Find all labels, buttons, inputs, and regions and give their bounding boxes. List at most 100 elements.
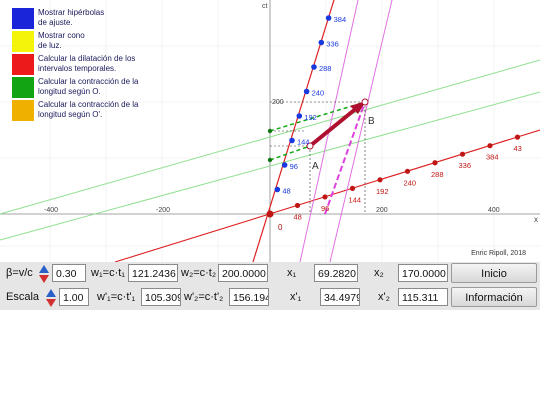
ct-prime-tick-dot bbox=[303, 88, 310, 95]
w1-label: w₁=c·t₁ bbox=[91, 267, 126, 279]
control-row-1: β=v/c 0.30 w₁=c·t₁ 121.2436 w₂=c·t₂ 200.… bbox=[0, 262, 540, 286]
x1-prime-field[interactable]: 34.4979 bbox=[320, 288, 360, 306]
x2-field[interactable]: 170.0000 bbox=[398, 264, 448, 282]
x1-label: x₁ bbox=[287, 267, 297, 279]
legend-label: Calcular la contracción de la longitud s… bbox=[38, 100, 139, 119]
start-button[interactable]: Inicio bbox=[451, 263, 537, 283]
vector-ab bbox=[308, 105, 360, 148]
ct-prime-tick-dot bbox=[318, 39, 325, 46]
x-tick-label: 400 bbox=[488, 207, 500, 214]
x-prime-tick-label: 240 bbox=[404, 178, 417, 187]
x-prime-tick-dot bbox=[377, 177, 383, 183]
spin-down-icon[interactable] bbox=[39, 275, 49, 283]
ct-prime-tick-dot bbox=[274, 186, 281, 193]
legend-swatch[interactable] bbox=[12, 54, 34, 75]
w2-label: w₂=c·t₂ bbox=[181, 267, 217, 279]
x-prime-tick-label: 96 bbox=[321, 204, 329, 213]
w1-prime-field[interactable]: 105.309 bbox=[141, 288, 181, 306]
x-tick-label: -400 bbox=[44, 207, 58, 214]
legend-swatch[interactable] bbox=[12, 100, 34, 121]
x2-prime-label: x'₂ bbox=[378, 291, 390, 303]
spacetime-diagram[interactable]: 48 96 144 192 240 288 336 384 48 96 144 192 240 288 33… bbox=[0, 0, 540, 262]
ct-prime-tick-dot bbox=[311, 64, 317, 70]
ct-prime-tick-label: 144 bbox=[297, 138, 310, 147]
worldline-b bbox=[329, 0, 393, 262]
x-prime-tick-dot bbox=[294, 202, 301, 209]
x2-prime-field[interactable]: 115.311 bbox=[398, 288, 448, 306]
control-row-2: Escala 1.00 w'₁=c·t'₁ 105.309 w'₂=c·t'₂ … bbox=[0, 286, 540, 310]
ct-prime-tick-label: 48 bbox=[282, 187, 290, 196]
w2-prime-label: w'₂=c·t'₂ bbox=[184, 291, 224, 303]
ct-prime-tick-label: 240 bbox=[312, 89, 325, 98]
x-prime-tick-dot bbox=[322, 194, 328, 200]
control-panel: β=v/c 0.30 w₁=c·t₁ 121.2436 w₂=c·t₂ 200.… bbox=[0, 262, 540, 310]
credit: Enric Ripoll, 2018 bbox=[471, 250, 526, 257]
x-prime-tick-dot bbox=[514, 134, 521, 140]
ct-axis-label: ct bbox=[262, 3, 268, 10]
legend-label: Mostrar cono de luz. bbox=[38, 31, 85, 50]
info-button[interactable]: Información bbox=[451, 287, 537, 307]
x-prime-tick-dot bbox=[487, 143, 493, 149]
x-prime-tick-dot bbox=[432, 160, 438, 166]
x-axis-label: x bbox=[534, 215, 538, 224]
x-prime-tick-dot bbox=[349, 185, 356, 191]
x2-label: x₂ bbox=[374, 267, 384, 279]
beta-label: β=v/c bbox=[6, 267, 33, 279]
w2-prime-field[interactable]: 156.194 bbox=[229, 288, 269, 306]
ct-green-dot bbox=[267, 128, 273, 134]
legend-swatch[interactable] bbox=[12, 8, 34, 29]
w1-prime-label: w'₁=c·t'₁ bbox=[97, 291, 136, 303]
ct-prime-axis bbox=[252, 0, 335, 262]
ct-tick-label: 200 bbox=[272, 99, 284, 106]
x-prime-tick-label: 336 bbox=[459, 161, 472, 170]
ct-prime-tick-label: 384 bbox=[334, 15, 347, 24]
ct-prime-tick-dot bbox=[281, 162, 288, 168]
spin-up-icon[interactable] bbox=[39, 265, 49, 273]
scale-spinner[interactable] bbox=[45, 288, 57, 308]
ct-prime-tick-label: 96 bbox=[290, 162, 298, 171]
spin-down-icon[interactable] bbox=[46, 299, 56, 307]
ct-prime-tick-dot bbox=[289, 137, 295, 144]
x1-prime-label: x'₁ bbox=[290, 291, 302, 303]
x-prime-tick-label: 43 bbox=[514, 144, 522, 153]
legend-item[interactable]: Calcular la contracción de la longitud s… bbox=[12, 77, 152, 100]
point-b-label: B bbox=[368, 116, 375, 127]
scale-input[interactable]: 1.00 bbox=[59, 288, 89, 306]
legend-item[interactable]: Mostrar hipérbolas de ajuste. bbox=[12, 8, 152, 31]
x-tick-label: -200 bbox=[156, 207, 170, 214]
legend-item[interactable]: Calcular la contracción de la longitud s… bbox=[12, 100, 152, 123]
legend-label: Calcular la contracción de la longitud s… bbox=[38, 77, 139, 96]
legend-swatch[interactable] bbox=[12, 31, 34, 52]
ct-green-dot bbox=[267, 157, 273, 163]
legend-label: Mostrar hipérbolas de ajuste. bbox=[38, 8, 105, 27]
ct-prime-tick-dot bbox=[296, 113, 303, 119]
point-a-label: A bbox=[312, 161, 319, 172]
x-prime-tick-label: 192 bbox=[376, 187, 389, 196]
ct-prime-tick-dot bbox=[325, 15, 332, 21]
ct-prime-tick-label: 336 bbox=[326, 40, 339, 49]
x-prime-tick-label: 144 bbox=[349, 195, 362, 204]
x-tick-label: 200 bbox=[376, 207, 388, 214]
scale-label: Escala bbox=[6, 291, 40, 303]
x-prime-ticks bbox=[294, 134, 521, 209]
beta-spinner[interactable] bbox=[38, 264, 50, 284]
x-prime-tick-label: 288 bbox=[431, 170, 444, 179]
x-prime-tick-dot bbox=[459, 151, 466, 157]
ct-prime-tick-label: 288 bbox=[319, 64, 332, 73]
legend: Mostrar hipérbolas de ajuste. Mostrar con… bbox=[12, 8, 152, 123]
legend-item[interactable]: Calcular la dilatación de los intervalos… bbox=[12, 54, 152, 77]
x1-field[interactable]: 69.2820 bbox=[314, 264, 358, 282]
origin-label: 0 bbox=[278, 223, 283, 232]
event-b[interactable] bbox=[361, 98, 369, 106]
legend-item[interactable]: Mostrar cono de luz. bbox=[12, 31, 152, 54]
spin-up-icon[interactable] bbox=[46, 289, 56, 297]
w1-field[interactable]: 121.2436 bbox=[128, 264, 178, 282]
ct-prime-tick-label: 192 bbox=[304, 113, 317, 122]
w2-field[interactable]: 200.0000 bbox=[218, 264, 268, 282]
x-prime-tick-dot bbox=[404, 168, 411, 174]
legend-swatch[interactable] bbox=[12, 77, 34, 98]
beta-input[interactable]: 0.30 bbox=[52, 264, 86, 282]
origin-point[interactable] bbox=[266, 210, 274, 218]
x-prime-tick-label: 384 bbox=[486, 153, 499, 162]
legend-label: Calcular la dilatación de los intervalos… bbox=[38, 54, 136, 73]
